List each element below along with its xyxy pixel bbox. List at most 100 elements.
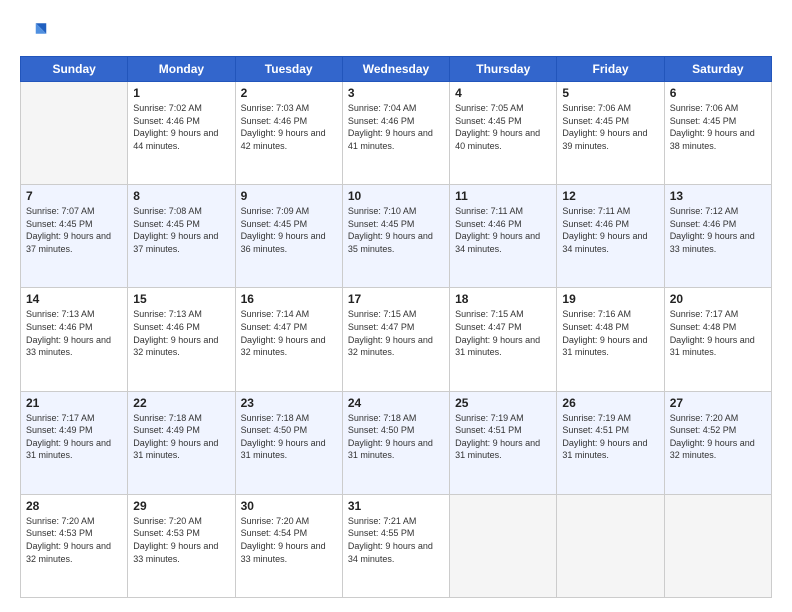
day-info: Sunrise: 7:03 AMSunset: 4:46 PMDaylight:… xyxy=(241,102,337,152)
col-header-wednesday: Wednesday xyxy=(342,57,449,82)
col-header-thursday: Thursday xyxy=(450,57,557,82)
day-info: Sunrise: 7:06 AMSunset: 4:45 PMDaylight:… xyxy=(562,102,658,152)
day-number: 7 xyxy=(26,189,122,203)
day-info: Sunrise: 7:20 AMSunset: 4:53 PMDaylight:… xyxy=(26,515,122,565)
logo-icon xyxy=(20,18,48,46)
day-info: Sunrise: 7:21 AMSunset: 4:55 PMDaylight:… xyxy=(348,515,444,565)
day-info: Sunrise: 7:18 AMSunset: 4:50 PMDaylight:… xyxy=(348,412,444,462)
table-row: 15 Sunrise: 7:13 AMSunset: 4:46 PMDayligh… xyxy=(128,288,235,391)
col-header-monday: Monday xyxy=(128,57,235,82)
col-header-tuesday: Tuesday xyxy=(235,57,342,82)
table-row: 31 Sunrise: 7:21 AMSunset: 4:55 PMDayligh… xyxy=(342,494,449,597)
table-row: 17Sunrise: 7:15 AMSunset: 4:47 PMDayligh… xyxy=(342,288,449,391)
day-info: Sunrise: 7:20 AMSunset: 4:52 PMDaylight:… xyxy=(670,412,766,462)
day-number: 8 xyxy=(133,189,229,203)
day-info: Sunrise: 7:09 AMSunset: 4:45 PMDaylight:… xyxy=(241,205,337,255)
day-info: Sunrise: 7:16 AMSunset: 4:48 PMDaylight:… xyxy=(562,308,658,358)
day-number: 6 xyxy=(670,86,766,100)
table-row: 2 Sunrise: 7:03 AMSunset: 4:46 PMDaylight… xyxy=(235,82,342,185)
day-info: Sunrise: 7:20 AMSunset: 4:54 PMDaylight:… xyxy=(241,515,337,565)
table-row: 19Sunrise: 7:16 AMSunset: 4:48 PMDayligh… xyxy=(557,288,664,391)
table-row: 29 Sunrise: 7:20 AMSunset: 4:53 PMDayligh… xyxy=(128,494,235,597)
table-row: 11 Sunrise: 7:11 AMSunset: 4:46 PMDayligh… xyxy=(450,185,557,288)
table-row: 7 Sunrise: 7:07 AMSunset: 4:45 PMDaylight… xyxy=(21,185,128,288)
day-info: Sunrise: 7:19 AMSunset: 4:51 PMDaylight:… xyxy=(562,412,658,462)
table-row: 4 Sunrise: 7:05 AMSunset: 4:45 PMDaylight… xyxy=(450,82,557,185)
day-number: 24 xyxy=(348,396,444,410)
table-row xyxy=(557,494,664,597)
day-info: Sunrise: 7:13 AMSunset: 4:46 PMDaylight:… xyxy=(26,308,122,358)
day-number: 2 xyxy=(241,86,337,100)
day-info: Sunrise: 7:05 AMSunset: 4:45 PMDaylight:… xyxy=(455,102,551,152)
logo xyxy=(20,18,52,46)
day-number: 12 xyxy=(562,189,658,203)
day-info: Sunrise: 7:14 AMSunset: 4:47 PMDaylight:… xyxy=(241,308,337,358)
day-number: 4 xyxy=(455,86,551,100)
day-info: Sunrise: 7:08 AMSunset: 4:45 PMDaylight:… xyxy=(133,205,229,255)
table-row: 8 Sunrise: 7:08 AMSunset: 4:45 PMDaylight… xyxy=(128,185,235,288)
day-number: 29 xyxy=(133,499,229,513)
day-number: 14 xyxy=(26,292,122,306)
day-number: 3 xyxy=(348,86,444,100)
day-number: 31 xyxy=(348,499,444,513)
day-info: Sunrise: 7:17 AMSunset: 4:48 PMDaylight:… xyxy=(670,308,766,358)
day-info: Sunrise: 7:11 AMSunset: 4:46 PMDaylight:… xyxy=(562,205,658,255)
table-row: 25Sunrise: 7:19 AMSunset: 4:51 PMDayligh… xyxy=(450,391,557,494)
page: SundayMondayTuesdayWednesdayThursdayFrid… xyxy=(0,0,792,612)
day-number: 30 xyxy=(241,499,337,513)
day-info: Sunrise: 7:06 AMSunset: 4:45 PMDaylight:… xyxy=(670,102,766,152)
day-number: 20 xyxy=(670,292,766,306)
table-row: 13 Sunrise: 7:12 AMSunset: 4:46 PMDayligh… xyxy=(664,185,771,288)
table-row: 14 Sunrise: 7:13 AMSunset: 4:46 PMDayligh… xyxy=(21,288,128,391)
table-row xyxy=(450,494,557,597)
table-row: 22 Sunrise: 7:18 AMSunset: 4:49 PMDayligh… xyxy=(128,391,235,494)
day-number: 10 xyxy=(348,189,444,203)
day-info: Sunrise: 7:11 AMSunset: 4:46 PMDaylight:… xyxy=(455,205,551,255)
day-number: 13 xyxy=(670,189,766,203)
table-row: 30 Sunrise: 7:20 AMSunset: 4:54 PMDayligh… xyxy=(235,494,342,597)
table-row: 3Sunrise: 7:04 AMSunset: 4:46 PMDaylight… xyxy=(342,82,449,185)
table-row: 23 Sunrise: 7:18 AMSunset: 4:50 PMDayligh… xyxy=(235,391,342,494)
table-row: 18 Sunrise: 7:15 AMSunset: 4:47 PMDayligh… xyxy=(450,288,557,391)
day-info: Sunrise: 7:15 AMSunset: 4:47 PMDaylight:… xyxy=(348,308,444,358)
day-number: 22 xyxy=(133,396,229,410)
table-row: 24 Sunrise: 7:18 AMSunset: 4:50 PMDayligh… xyxy=(342,391,449,494)
day-number: 23 xyxy=(241,396,337,410)
day-info: Sunrise: 7:10 AMSunset: 4:45 PMDaylight:… xyxy=(348,205,444,255)
day-info: Sunrise: 7:07 AMSunset: 4:45 PMDaylight:… xyxy=(26,205,122,255)
col-header-saturday: Saturday xyxy=(664,57,771,82)
day-number: 9 xyxy=(241,189,337,203)
table-row: 20 Sunrise: 7:17 AMSunset: 4:48 PMDayligh… xyxy=(664,288,771,391)
table-row: 21 Sunrise: 7:17 AMSunset: 4:49 PMDayligh… xyxy=(21,391,128,494)
table-row: 28 Sunrise: 7:20 AMSunset: 4:53 PMDayligh… xyxy=(21,494,128,597)
day-info: Sunrise: 7:17 AMSunset: 4:49 PMDaylight:… xyxy=(26,412,122,462)
day-number: 26 xyxy=(562,396,658,410)
table-row: 6 Sunrise: 7:06 AMSunset: 4:45 PMDaylight… xyxy=(664,82,771,185)
table-row: 12 Sunrise: 7:11 AMSunset: 4:46 PMDayligh… xyxy=(557,185,664,288)
table-row: 27Sunrise: 7:20 AMSunset: 4:52 PMDayligh… xyxy=(664,391,771,494)
day-number: 5 xyxy=(562,86,658,100)
day-number: 1 xyxy=(133,86,229,100)
day-number: 18 xyxy=(455,292,551,306)
table-row: 10 Sunrise: 7:10 AMSunset: 4:45 PMDayligh… xyxy=(342,185,449,288)
table-row: 9 Sunrise: 7:09 AMSunset: 4:45 PMDaylight… xyxy=(235,185,342,288)
day-number: 21 xyxy=(26,396,122,410)
col-header-sunday: Sunday xyxy=(21,57,128,82)
table-row: 1Sunrise: 7:02 AMSunset: 4:46 PMDaylight… xyxy=(128,82,235,185)
table-row: 16 Sunrise: 7:14 AMSunset: 4:47 PMDayligh… xyxy=(235,288,342,391)
col-header-friday: Friday xyxy=(557,57,664,82)
day-info: Sunrise: 7:12 AMSunset: 4:46 PMDaylight:… xyxy=(670,205,766,255)
day-info: Sunrise: 7:20 AMSunset: 4:53 PMDaylight:… xyxy=(133,515,229,565)
day-number: 28 xyxy=(26,499,122,513)
day-info: Sunrise: 7:18 AMSunset: 4:49 PMDaylight:… xyxy=(133,412,229,462)
day-info: Sunrise: 7:18 AMSunset: 4:50 PMDaylight:… xyxy=(241,412,337,462)
day-number: 11 xyxy=(455,189,551,203)
day-number: 16 xyxy=(241,292,337,306)
table-row xyxy=(21,82,128,185)
table-row: 5 Sunrise: 7:06 AMSunset: 4:45 PMDaylight… xyxy=(557,82,664,185)
day-info: Sunrise: 7:13 AMSunset: 4:46 PMDaylight:… xyxy=(133,308,229,358)
day-number: 15 xyxy=(133,292,229,306)
day-info: Sunrise: 7:15 AMSunset: 4:47 PMDaylight:… xyxy=(455,308,551,358)
table-row: 26 Sunrise: 7:19 AMSunset: 4:51 PMDayligh… xyxy=(557,391,664,494)
calendar-table: SundayMondayTuesdayWednesdayThursdayFrid… xyxy=(20,56,772,598)
